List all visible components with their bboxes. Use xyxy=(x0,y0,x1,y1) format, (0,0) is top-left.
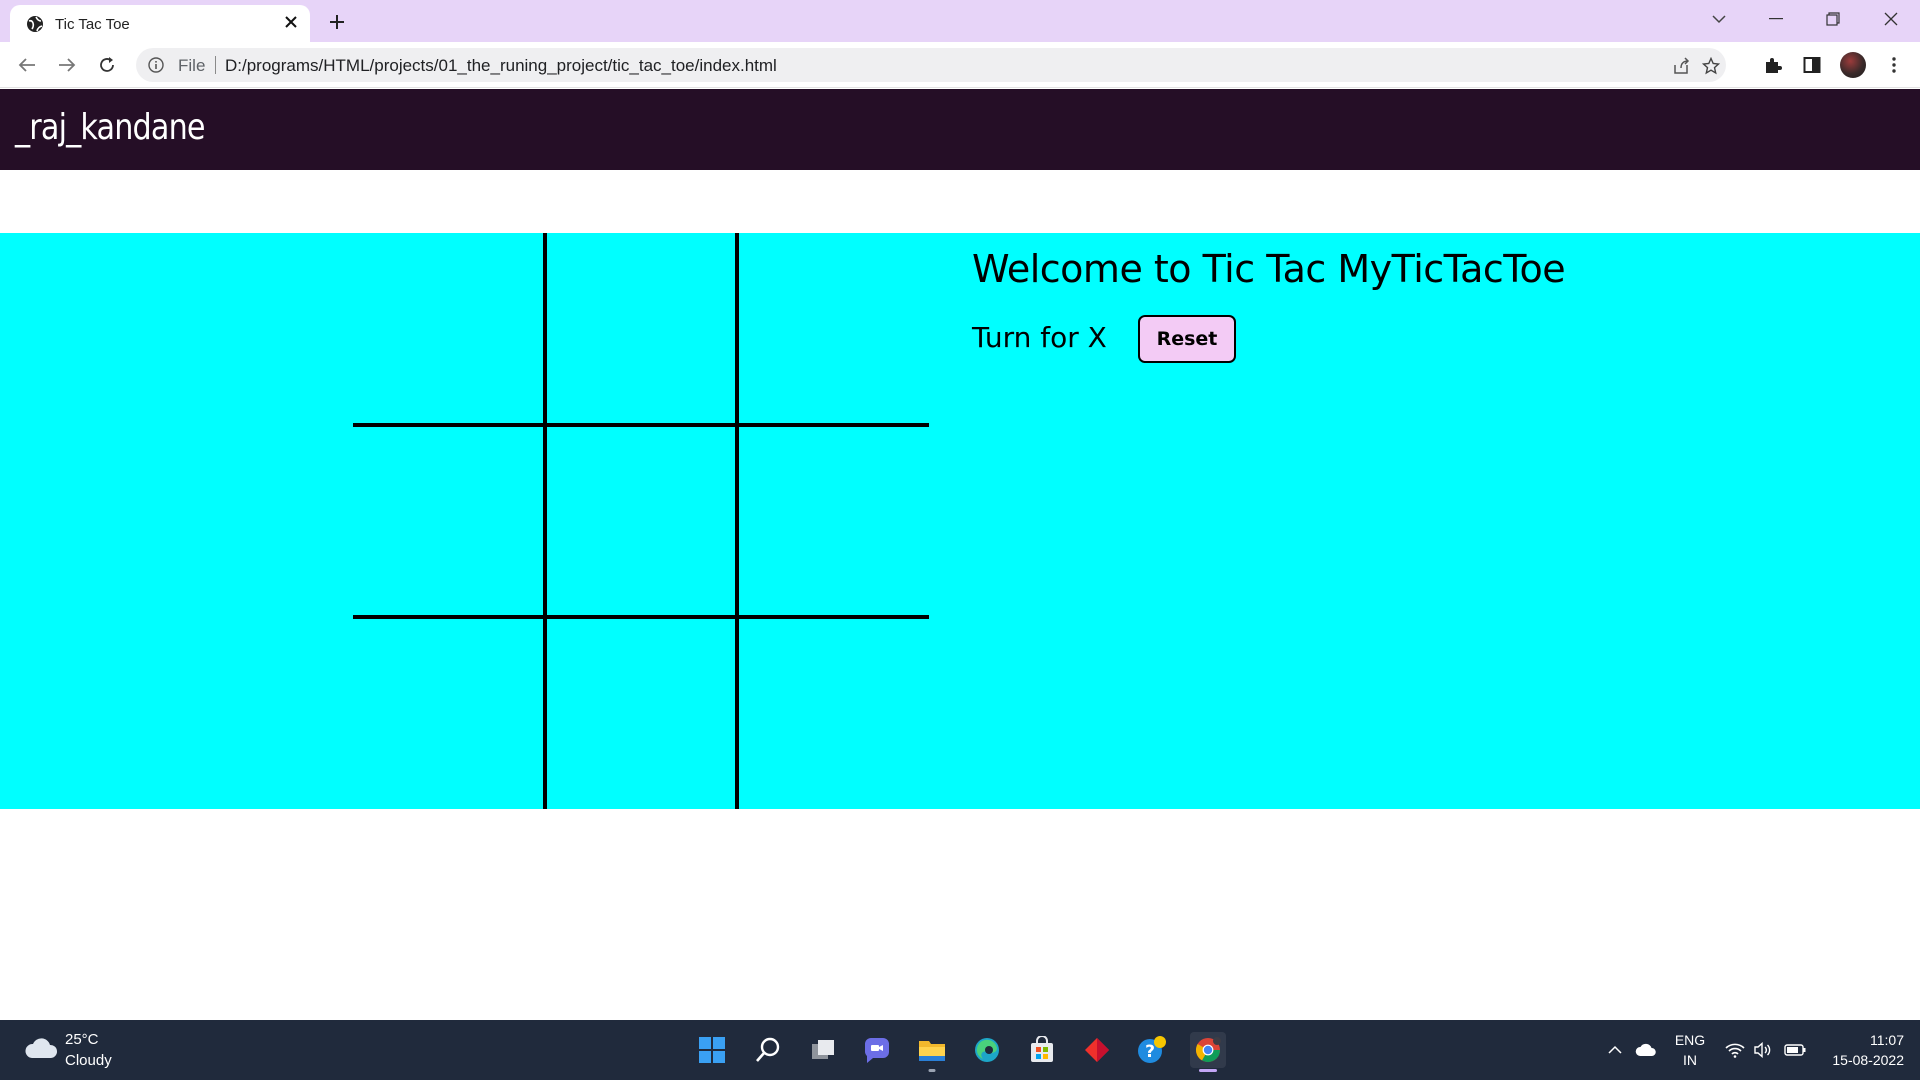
url-scheme-label: File xyxy=(178,56,206,75)
clock-date: 15-08-2022 xyxy=(1832,1052,1904,1068)
running-indicator xyxy=(928,1069,936,1072)
share-icon[interactable] xyxy=(1670,55,1692,77)
file-explorer-icon[interactable] xyxy=(914,1032,950,1072)
windows-start-icon[interactable] xyxy=(694,1032,730,1068)
game-container: Welcome to Tic Tac MyTicTacToe Turn for … xyxy=(0,233,1920,809)
input-language[interactable]: ENG IN xyxy=(1672,1030,1708,1070)
weather-temperature[interactable]: 25°C xyxy=(65,1031,99,1048)
board-cell-2[interactable] xyxy=(545,233,737,425)
volume-icon[interactable] xyxy=(1752,1039,1774,1061)
battery-icon[interactable] xyxy=(1784,1039,1806,1061)
browser-toolbar: File D:/programs/HTML/projects/01_the_ru… xyxy=(0,42,1920,88)
site-brand[interactable]: _raj_kandane xyxy=(15,107,206,148)
language-code: ENG xyxy=(1674,1032,1706,1048)
board-cell-6[interactable] xyxy=(737,425,929,617)
edge-icon[interactable] xyxy=(969,1032,1005,1068)
tic-tac-toe-board xyxy=(353,233,929,809)
turn-row: Turn for X Reset xyxy=(972,313,1772,363)
forward-arrow-icon[interactable] xyxy=(53,51,81,79)
browser-tab-strip: Tic Tac Toe xyxy=(0,0,1920,42)
svg-text:?: ? xyxy=(1145,1042,1155,1062)
windows-taskbar: 25°C Cloudy ? ENG IN 11:07 15-08-2022 xyxy=(0,1020,1920,1080)
welcome-heading: Welcome to Tic Tac MyTicTacToe xyxy=(972,247,1566,291)
clock-time: 11:07 xyxy=(1870,1032,1904,1048)
globe-icon xyxy=(26,15,44,33)
tab-title: Tic Tac Toe xyxy=(55,16,130,33)
chevron-up-icon[interactable] xyxy=(1604,1039,1626,1061)
board-cell-3[interactable] xyxy=(737,233,929,425)
site-info-icon[interactable] xyxy=(148,57,164,73)
url-separator xyxy=(215,56,216,74)
address-bar[interactable]: File D:/programs/HTML/projects/01_the_ru… xyxy=(136,48,1726,82)
search-icon[interactable] xyxy=(750,1032,786,1068)
reset-button[interactable]: Reset xyxy=(1138,315,1236,363)
board-cell-4[interactable] xyxy=(353,425,545,617)
extensions-puzzle-icon[interactable] xyxy=(1761,53,1785,77)
browser-tab[interactable]: Tic Tac Toe xyxy=(10,5,310,42)
close-window-icon[interactable] xyxy=(1876,6,1906,32)
restore-icon[interactable] xyxy=(1818,6,1848,32)
close-tab-icon[interactable] xyxy=(280,11,302,33)
region-code: IN xyxy=(1683,1052,1697,1068)
teams-chat-icon[interactable] xyxy=(859,1032,895,1068)
weather-description[interactable]: Cloudy xyxy=(65,1052,112,1069)
board-cell-9[interactable] xyxy=(737,617,929,809)
board-cell-7[interactable] xyxy=(353,617,545,809)
cloud-weather-icon[interactable] xyxy=(24,1036,58,1060)
url-text[interactable]: D:/programs/HTML/projects/01_the_runing_… xyxy=(225,56,777,76)
board-cell-1[interactable] xyxy=(353,233,545,425)
board-cell-5[interactable] xyxy=(545,425,737,617)
chrome-icon[interactable] xyxy=(1190,1032,1226,1072)
board-cell-8[interactable] xyxy=(545,617,737,809)
microsoft-store-icon[interactable] xyxy=(1024,1032,1060,1068)
bookmark-star-icon[interactable] xyxy=(1700,55,1722,77)
wifi-icon[interactable] xyxy=(1724,1039,1746,1061)
profile-avatar[interactable] xyxy=(1840,52,1866,78)
game-info-panel: Welcome to Tic Tac MyTicTacToe Turn for … xyxy=(972,247,1772,363)
reload-icon[interactable] xyxy=(93,51,121,79)
more-menu-icon[interactable] xyxy=(1882,53,1906,77)
system-clock[interactable]: 11:07 15-08-2022 xyxy=(1812,1030,1904,1070)
minimize-icon[interactable] xyxy=(1761,6,1791,32)
help-icon[interactable]: ? xyxy=(1134,1032,1170,1068)
back-arrow-icon[interactable] xyxy=(13,51,41,79)
turn-indicator: Turn for X xyxy=(972,321,1107,354)
new-tab-icon[interactable] xyxy=(324,9,350,35)
active-indicator xyxy=(1199,1069,1217,1072)
git-client-icon[interactable] xyxy=(1079,1032,1115,1068)
tab-search-chevron-icon[interactable] xyxy=(1704,6,1734,32)
side-panel-icon[interactable] xyxy=(1800,53,1824,77)
task-view-icon[interactable] xyxy=(805,1032,841,1068)
site-navbar: _raj_kandane xyxy=(0,89,1920,170)
onedrive-cloud-icon[interactable] xyxy=(1635,1039,1657,1061)
